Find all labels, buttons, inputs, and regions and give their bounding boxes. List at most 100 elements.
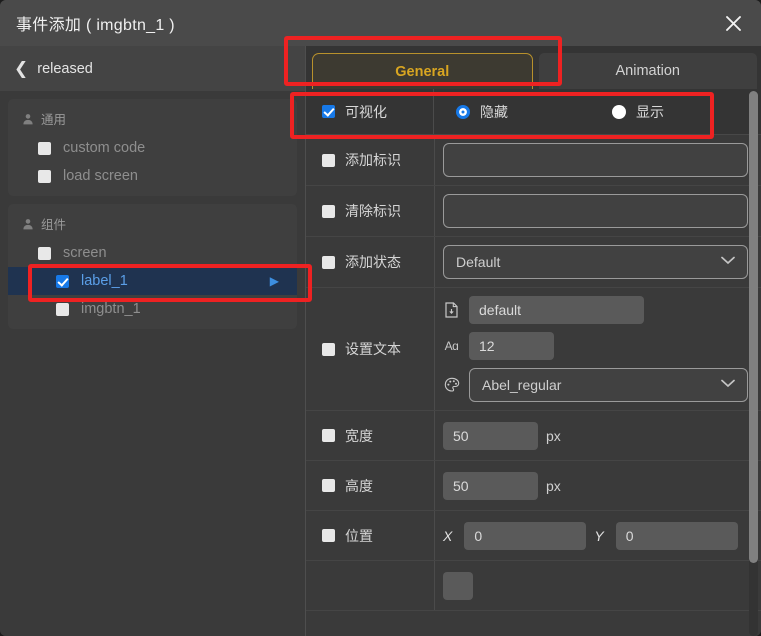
tree-group-label: 组件 <box>41 218 67 232</box>
tree-item-checkbox[interactable] <box>56 302 69 316</box>
chevron-left-icon: ❮ <box>14 59 29 78</box>
add-state-value: Default <box>456 254 501 270</box>
row-clear-flag: 清除标识 <box>306 186 761 237</box>
row-partial-control <box>435 561 761 610</box>
position-x-label: X <box>443 527 453 544</box>
row-label: 清除标识 <box>345 203 401 219</box>
row-width-control: 50 px <box>435 411 761 460</box>
visibility-label: 可视化 <box>345 103 387 120</box>
document-icon <box>443 302 460 319</box>
tree-item-label: custom code <box>63 140 146 156</box>
visibility-row: 可视化 隐藏 显示 <box>306 89 761 135</box>
width-input[interactable]: 50 <box>443 421 538 450</box>
set-text-value-line: default <box>443 296 748 324</box>
dialog-titlebar: 事件添加 ( imgbtn_1 ) <box>0 0 761 46</box>
radio-shown-label: 显示 <box>636 103 664 120</box>
close-icon[interactable] <box>719 9 747 37</box>
tree-item-label: screen <box>63 245 107 261</box>
row-set-text-labelcell[interactable]: 设置文本 <box>306 288 435 410</box>
radio-hidden-label: 隐藏 <box>480 103 508 120</box>
tree-item-imgbtn_1[interactable]: imgbtn_1 <box>8 295 297 323</box>
properties-form: 可视化 隐藏 显示 添加标识 清除标识 添加状态 Default 设置文本 de… <box>306 89 761 636</box>
tab-label: General <box>395 63 450 80</box>
row-add-state-labelcell[interactable]: 添加状态 <box>306 237 435 287</box>
event-tree-panel: ❮ released 通用 custom code load screen 组件… <box>0 46 305 636</box>
height-input[interactable]: 50 <box>443 471 538 500</box>
tab-label: Animation <box>615 63 680 79</box>
row-checkbox[interactable] <box>322 429 335 442</box>
radio-hidden[interactable]: 隐藏 <box>434 89 592 134</box>
height-unit: px <box>546 477 561 494</box>
palette-icon <box>443 377 460 394</box>
tree-item-checkbox[interactable] <box>38 169 51 183</box>
row-label: 设置文本 <box>345 341 401 357</box>
tree-group-header: 组件 <box>8 208 297 239</box>
tree-item-label_1[interactable]: label_1 ▶ <box>8 267 297 295</box>
properties-scrollbar[interactable] <box>749 91 758 636</box>
row-height-control: 50 px <box>435 461 761 510</box>
tree-item-load-screen[interactable]: load screen <box>8 162 297 190</box>
row-position-control: X 0 Y 0 <box>435 511 761 560</box>
row-add-flag-labelcell[interactable]: 添加标识 <box>306 135 435 185</box>
tab-animation[interactable]: Animation <box>538 53 757 89</box>
tab-bar: General Animation <box>306 46 761 89</box>
set-text-font-value: Abel_regular <box>482 377 562 393</box>
row-label: 宽度 <box>345 427 373 444</box>
tree-item-label: label_1 <box>81 273 128 289</box>
radio-hidden-input[interactable] <box>456 104 470 119</box>
back-nav-label: released <box>37 60 93 77</box>
visibility-checkbox-cell[interactable]: 可视化 <box>306 89 434 134</box>
properties-scrollbar-thumb[interactable] <box>749 91 758 563</box>
set-text-value-input[interactable]: default <box>469 296 644 324</box>
row-checkbox[interactable] <box>322 529 335 542</box>
tree-group-header: 通用 <box>8 103 297 134</box>
back-nav-released[interactable]: ❮ released <box>0 46 305 91</box>
dialog-title: 事件添加 ( imgbtn_1 ) <box>16 17 175 34</box>
row-height: 高度 50 px <box>306 461 761 511</box>
add-state-select[interactable]: Default <box>443 245 748 279</box>
row-partial-labelcell[interactable] <box>306 561 435 610</box>
set-text-size-input[interactable]: 12 <box>469 332 554 360</box>
tab-general[interactable]: General <box>312 53 533 89</box>
row-position: 位置 X 0 Y 0 <box>306 511 761 561</box>
tree-item-custom-code[interactable]: custom code <box>8 134 297 162</box>
row-set-text-control: default Aɑ 12 Abel_regular <box>435 288 761 410</box>
row-checkbox[interactable] <box>322 153 335 167</box>
row-partial-next <box>306 561 761 611</box>
tree-group-components: 组件 screen label_1 ▶ imgbtn_1 <box>8 204 297 329</box>
event-add-dialog: 事件添加 ( imgbtn_1 ) ❮ released 通用 custom c… <box>0 0 761 636</box>
row-width-labelcell[interactable]: 宽度 <box>306 411 435 460</box>
tree-item-checkbox[interactable] <box>38 246 51 260</box>
row-checkbox[interactable] <box>322 255 335 269</box>
tree-item-checkbox[interactable] <box>38 141 51 155</box>
chevron-down-icon <box>721 379 735 391</box>
row-checkbox[interactable] <box>322 479 335 492</box>
font-size-icon: Aɑ <box>444 339 459 353</box>
row-checkbox[interactable] <box>322 342 335 356</box>
radio-shown[interactable]: 显示 <box>592 89 752 134</box>
position-y-label: Y <box>594 527 604 544</box>
row-label: 高度 <box>345 477 373 494</box>
row-checkbox[interactable] <box>322 204 335 218</box>
radio-shown-input[interactable] <box>612 104 626 119</box>
row-label: 添加标识 <box>345 152 401 168</box>
row-add-state: 添加状态 Default <box>306 237 761 288</box>
set-text-font-select[interactable]: Abel_regular <box>469 368 748 402</box>
visibility-checkbox[interactable] <box>322 105 335 118</box>
position-x-input[interactable]: 0 <box>464 521 587 550</box>
row-position-labelcell[interactable]: 位置 <box>306 511 435 560</box>
expand-arrow-icon[interactable]: ▶ <box>270 275 279 287</box>
row-clear-flag-control <box>435 186 761 236</box>
clear-flag-input[interactable] <box>443 194 748 228</box>
tree-item-screen[interactable]: screen <box>8 239 297 267</box>
row-add-state-control: Default <box>435 237 761 287</box>
row-clear-flag-labelcell[interactable]: 清除标识 <box>306 186 435 236</box>
position-y-input[interactable]: 0 <box>615 521 738 550</box>
partial-input[interactable] <box>443 571 473 600</box>
row-set-text: 设置文本 default Aɑ 12 Abel_regular <box>306 288 761 411</box>
row-height-labelcell[interactable]: 高度 <box>306 461 435 510</box>
add-flag-input[interactable] <box>443 143 748 177</box>
set-text-size-line: Aɑ 12 <box>443 332 748 360</box>
tree-item-checkbox[interactable] <box>56 274 69 288</box>
tree-group-label: 通用 <box>41 113 67 127</box>
